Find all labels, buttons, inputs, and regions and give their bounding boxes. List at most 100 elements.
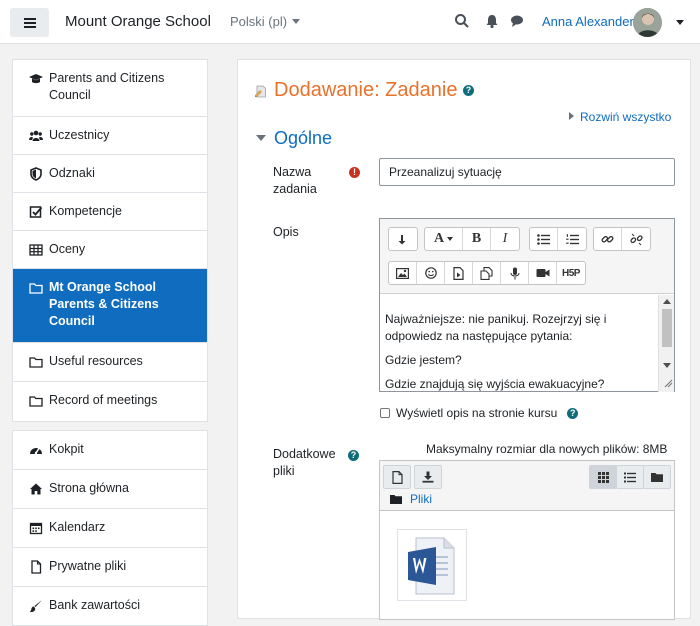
resize-handle-icon[interactable]	[663, 378, 673, 388]
bold-button[interactable]: B	[463, 228, 491, 250]
ordered-list-button[interactable]	[558, 228, 586, 250]
sidebar-item-record-of-meetings[interactable]: Record of meetings	[13, 382, 207, 421]
search-icon[interactable]	[454, 13, 470, 29]
font-style-button[interactable]: A	[425, 228, 463, 250]
download-icon	[422, 471, 434, 483]
avatar[interactable]	[633, 8, 662, 37]
view-list-button[interactable]	[616, 465, 644, 489]
sidebar-item-participants[interactable]: Uczestnicy	[13, 117, 207, 155]
main-content: Dodawanie: Zadanie ? Rozwiń wszystko Ogó…	[237, 59, 691, 620]
scrollbar-thumb[interactable]	[662, 309, 672, 347]
sidebar-item-useful-resources[interactable]: Useful resources	[13, 343, 207, 382]
italic-button[interactable]: I	[491, 228, 519, 250]
editor-content[interactable]: Najważniejsze: nie panikuj. Rozejrzyj si…	[380, 295, 658, 392]
folder-icon	[29, 396, 43, 407]
user-name[interactable]: Anna Alexander	[542, 14, 634, 29]
chevron-down-icon	[447, 237, 454, 241]
sidebar-item-home[interactable]: Strona główna	[13, 470, 207, 509]
manage-files-button[interactable]	[473, 262, 501, 284]
emoticon-button[interactable]	[417, 262, 445, 284]
sidebar-item-badges[interactable]: Odznaki	[13, 155, 207, 193]
sidebar-item-label: Uczestnicy	[49, 128, 110, 142]
description-label: Opis	[273, 225, 299, 239]
drawer-toggle-button[interactable]	[10, 8, 49, 37]
caret-down-icon	[256, 135, 266, 141]
user-photo-icon	[633, 8, 662, 37]
chat-icon[interactable]	[509, 13, 525, 29]
sidebar-item-dashboard[interactable]: Kokpit	[13, 431, 207, 470]
sidebar-item-label: Prywatne pliki	[49, 559, 127, 573]
record-video-button[interactable]	[529, 262, 557, 284]
shield-icon	[30, 167, 42, 181]
show-description-label[interactable]: Wyświetl opis na stronie kursu	[396, 406, 557, 420]
image-icon	[396, 267, 409, 279]
bold-icon: B	[471, 231, 482, 246]
bell-icon[interactable]	[484, 13, 500, 29]
help-icon[interactable]: ?	[567, 407, 579, 419]
download-all-button[interactable]	[414, 465, 442, 489]
folder-icon	[29, 357, 43, 368]
sidebar-item-label: Strona główna	[49, 481, 129, 495]
calendar-icon	[29, 522, 43, 535]
sidebar-item-label: Kalendarz	[49, 520, 106, 534]
link-button[interactable]	[594, 228, 622, 250]
scroll-up-icon[interactable]	[663, 299, 671, 304]
path-folder-link[interactable]: Pliki	[410, 492, 432, 506]
sidebar-item-label: Odznaki	[49, 166, 95, 180]
image-button[interactable]	[389, 262, 417, 284]
sidebar-item-section-council[interactable]: Mt Orange School Parents & Citizens Coun…	[13, 269, 207, 343]
grid-icon	[597, 471, 609, 483]
media-file-icon	[453, 266, 464, 280]
toolbar-group-lists	[529, 227, 587, 251]
sidebar-item-label: Bank zawartości	[49, 598, 141, 612]
unordered-list-button[interactable]	[530, 228, 558, 250]
user-menu-chevron-icon[interactable]	[676, 20, 684, 25]
word-file-thumbnail[interactable]	[397, 529, 467, 601]
toolbar-toggle-button[interactable]	[389, 228, 417, 250]
show-description-checkbox[interactable]	[380, 408, 390, 418]
list-ol-icon	[565, 233, 579, 244]
sidebar-item-content-bank[interactable]: Bank zawartości	[13, 587, 207, 625]
sidebar-item-private-files[interactable]: Prywatne pliki	[13, 548, 207, 587]
assignment-icon	[254, 85, 266, 98]
expand-all-link[interactable]: Rozwiń wszystko	[569, 110, 671, 124]
sidebar-item-course[interactable]: Parents and Citizens Council	[13, 60, 207, 117]
copy-files-icon	[480, 266, 493, 280]
sidebar-item-label: Mt Orange School Parents & Citizens Coun…	[49, 280, 159, 328]
show-description-row: Wyświetl opis na stronie kursu ?	[380, 406, 579, 420]
expand-all-label: Rozwiń wszystko	[580, 110, 672, 124]
scroll-down-icon[interactable]	[663, 363, 671, 368]
assignment-name-input[interactable]	[379, 158, 675, 186]
sidebar-item-competencies[interactable]: Kompetencje	[13, 193, 207, 231]
h5p-button[interactable]: H5P	[557, 262, 585, 284]
top-navbar: Mount Orange School Polski (pl) Anna Ale…	[0, 0, 700, 44]
sidebar-item-calendar[interactable]: Kalendarz	[13, 509, 207, 548]
users-icon	[29, 130, 43, 141]
unlink-button[interactable]	[622, 228, 650, 250]
sidebar-item-grades[interactable]: Oceny	[13, 231, 207, 269]
media-button[interactable]	[445, 262, 473, 284]
add-file-button[interactable]	[383, 465, 411, 489]
video-camera-icon	[536, 269, 549, 277]
required-icon: !	[349, 167, 360, 178]
filemanager-toolbar: Pliki	[380, 461, 674, 511]
language-menu[interactable]: Polski (pl)	[230, 14, 301, 29]
editor-paragraph: Najważniejsze: nie panikuj. Rozejrzyj si…	[385, 312, 607, 343]
help-icon[interactable]: ?	[463, 85, 475, 97]
toolbar-group-links	[593, 227, 651, 251]
list-icon	[624, 472, 636, 482]
max-size-note: Maksymalny rozmiar dla nowych plików: 8M…	[426, 442, 668, 456]
view-tree-button[interactable]	[643, 465, 671, 489]
description-editor: A B I H5P Najważniejsze: nie panikuj. Ro…	[379, 218, 675, 392]
help-icon[interactable]: ?	[348, 450, 359, 461]
editor-scrollbar[interactable]	[658, 295, 674, 392]
section-general-toggle[interactable]: Ogólne	[256, 128, 332, 149]
site-nav-group: Kokpit Strona główna Kalendarz Prywatne …	[12, 430, 208, 626]
site-name[interactable]: Mount Orange School	[65, 13, 211, 30]
paintbrush-icon	[29, 600, 42, 613]
chevron-down-icon	[292, 19, 301, 24]
word-document-icon	[408, 537, 455, 595]
sidebar-item-label: Record of meetings	[49, 393, 158, 407]
view-icons-button[interactable]	[589, 465, 617, 489]
record-audio-button[interactable]	[501, 262, 529, 284]
